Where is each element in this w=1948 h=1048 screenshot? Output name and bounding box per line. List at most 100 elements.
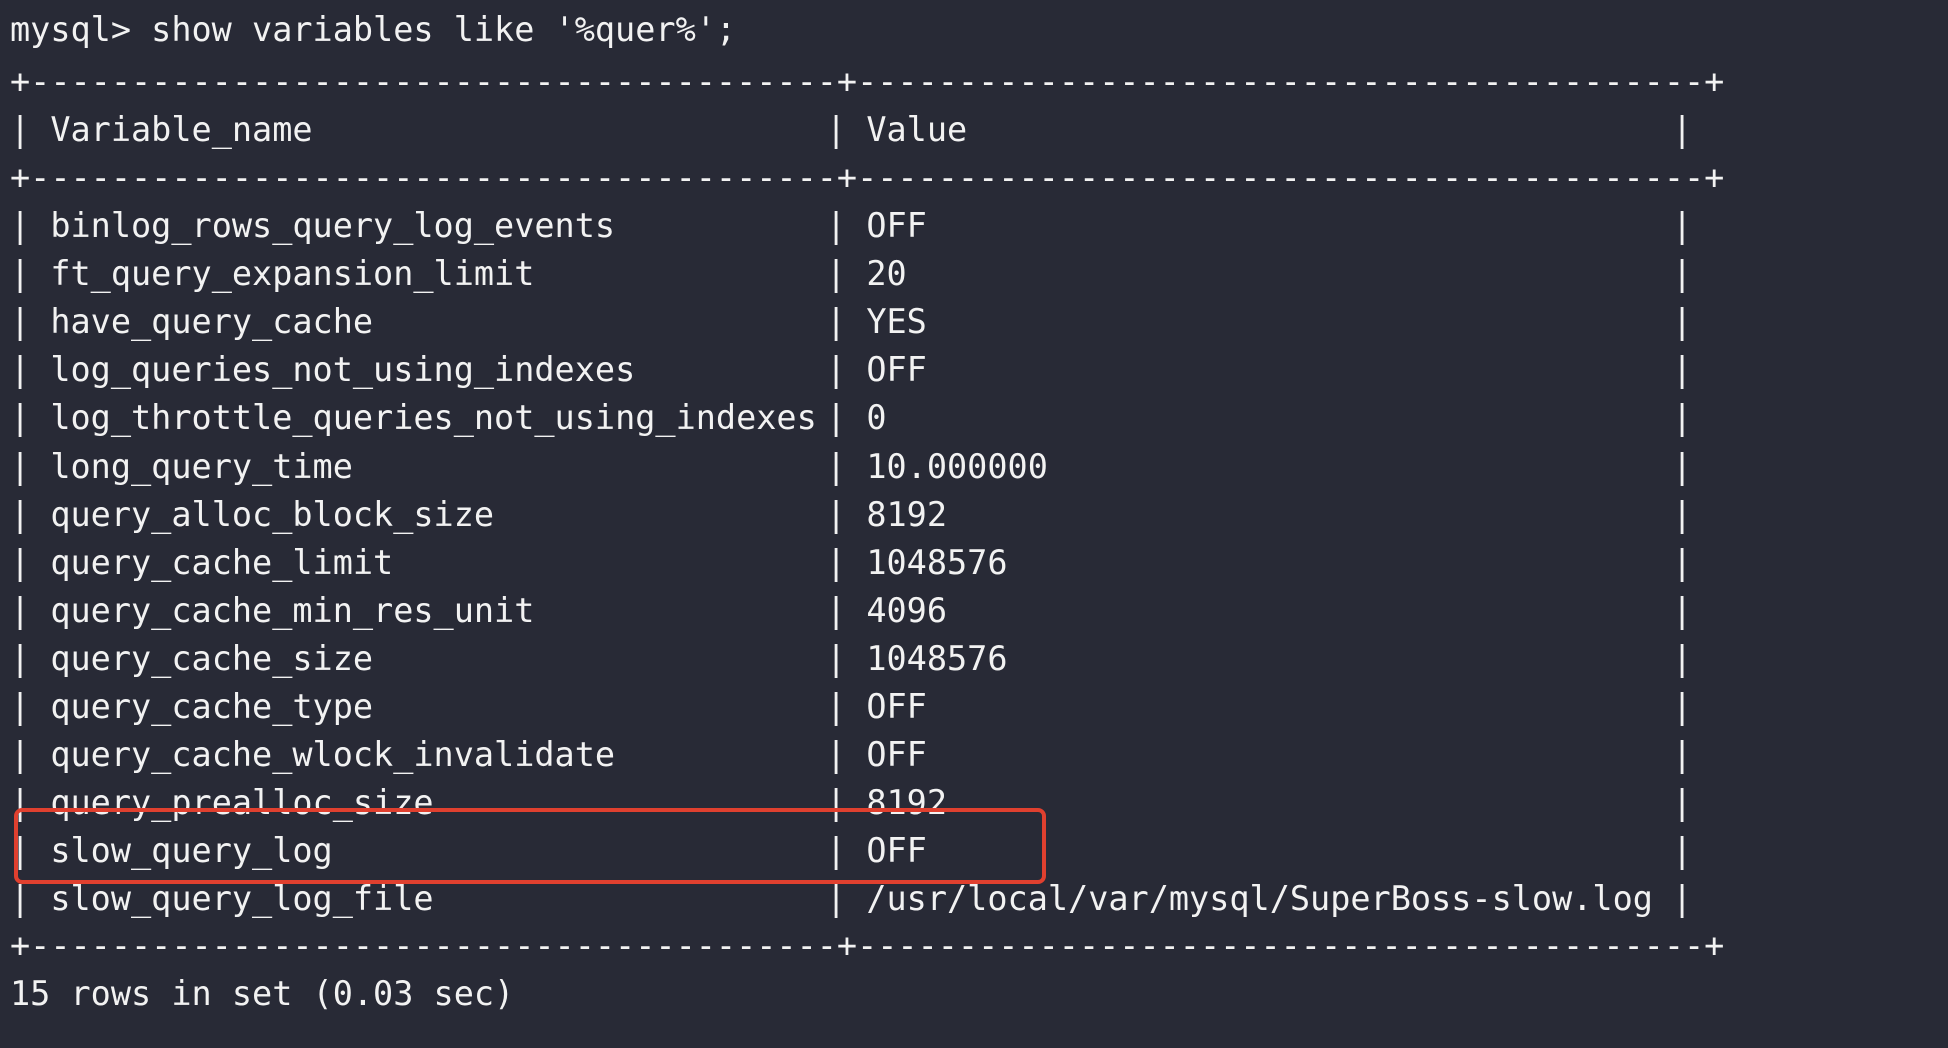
variable-name-cell: query_alloc_block_size xyxy=(50,495,495,534)
row-divider-left: | xyxy=(10,398,51,437)
variable-name-cell: long_query_time xyxy=(50,447,353,486)
table-row: | query_cache_limit xyxy=(10,539,393,587)
row-value-group: | 8192 xyxy=(826,779,947,827)
value-cell: OFF xyxy=(866,206,927,245)
value-cell: 8192 xyxy=(866,495,948,534)
table-row: | log_queries_not_using_indexes xyxy=(10,346,635,394)
value-cell: /usr/local/var/mysql/SuperBoss-slow.log xyxy=(866,879,1653,918)
value-cell: 1048576 xyxy=(866,543,1008,582)
row-divider-left: | xyxy=(10,831,51,870)
command-line: mysql> show variables like '%quer%'; xyxy=(10,10,737,49)
row-divider-right: | xyxy=(1672,254,1693,293)
row-value-group: | 1048576 xyxy=(826,539,1008,587)
row-divider-left: | xyxy=(10,254,51,293)
row-divider-right: | xyxy=(1672,447,1693,486)
row-divider-left: | xyxy=(10,350,51,389)
variable-name-cell: query_cache_limit xyxy=(50,543,394,582)
variable-name-cell: have_query_cache xyxy=(50,302,374,341)
row-value-group: | OFF xyxy=(826,731,927,779)
table-row: | ft_query_expansion_limit xyxy=(10,250,534,298)
table-row: | long_query_time xyxy=(10,443,353,491)
table-border-top: +---------------------------------------… xyxy=(10,62,1725,101)
row-divider-middle: | xyxy=(826,495,867,534)
variable-name-cell: log_queries_not_using_indexes xyxy=(50,350,636,389)
row-value-group: | 10.000000 xyxy=(826,443,1048,491)
row-divider-right: | xyxy=(1672,495,1693,534)
table-header: | Variable_name xyxy=(10,106,313,154)
variable-name-cell: slow_query_log_file xyxy=(50,879,434,918)
row-value-group: | OFF xyxy=(826,683,927,731)
value-cell: OFF xyxy=(866,831,927,870)
row-divider-left: | xyxy=(10,495,51,534)
row-divider-right: | xyxy=(1672,879,1693,918)
variable-name-cell: query_prealloc_size xyxy=(50,783,434,822)
variable-name-cell: query_cache_wlock_invalidate xyxy=(50,735,616,774)
table-row: | binlog_rows_query_log_events xyxy=(10,202,615,250)
row-divider-left: | xyxy=(10,206,51,245)
row-divider-middle: | xyxy=(826,543,867,582)
table-row: | query_cache_type xyxy=(10,683,373,731)
terminal-window[interactable]: ' mysql> show variables like '%quer%'; +… xyxy=(0,0,1948,1048)
row-divider-left: | xyxy=(10,783,51,822)
row-divider-middle: | xyxy=(826,879,867,918)
row-divider-right: | xyxy=(1672,302,1693,341)
row-divider-middle: | xyxy=(826,398,867,437)
value-cell: 1048576 xyxy=(866,639,1008,678)
row-value-group: | 20 xyxy=(826,250,907,298)
header-col-divider-right: | xyxy=(1672,110,1693,149)
row-divider-middle: | xyxy=(826,206,867,245)
variable-name-cell: slow_query_log xyxy=(50,831,333,870)
row-divider-left: | xyxy=(10,639,51,678)
row-divider-right: | xyxy=(1672,831,1693,870)
variable-name-cell: query_cache_size xyxy=(50,639,374,678)
row-divider-middle: | xyxy=(826,591,867,630)
row-value-group: | OFF xyxy=(826,346,927,394)
row-divider-right: | xyxy=(1672,735,1693,774)
row-divider-left: | xyxy=(10,591,51,630)
row-value-group: | 8192 xyxy=(826,491,947,539)
table-row: | query_prealloc_size xyxy=(10,779,434,827)
row-divider-left: | xyxy=(10,687,51,726)
value-cell: 0 xyxy=(866,398,887,437)
row-divider-right: | xyxy=(1672,639,1693,678)
row-divider-right: | xyxy=(1672,350,1693,389)
header-value: Value xyxy=(866,110,968,149)
row-divider-middle: | xyxy=(826,639,867,678)
row-divider-middle: | xyxy=(826,447,867,486)
table-row: | have_query_cache xyxy=(10,298,373,346)
value-cell: YES xyxy=(866,302,927,341)
row-divider-middle: | xyxy=(826,831,867,870)
row-value-group: | 0 xyxy=(826,394,887,442)
row-divider-middle: | xyxy=(826,783,867,822)
value-cell: 10.000000 xyxy=(866,447,1048,486)
row-divider-middle: | xyxy=(826,735,867,774)
variable-name-cell: ft_query_expansion_limit xyxy=(50,254,535,293)
header-col-divider-left: | xyxy=(10,110,51,149)
row-value-group: | 4096 xyxy=(826,587,947,635)
row-divider-right: | xyxy=(1672,543,1693,582)
value-cell: 4096 xyxy=(866,591,948,630)
value-cell: OFF xyxy=(866,687,927,726)
table-border-middle: +---------------------------------------… xyxy=(10,158,1725,197)
header-variable-name: Variable_name xyxy=(50,110,313,149)
variable-name-cell: query_cache_min_res_unit xyxy=(50,591,535,630)
row-value-group: | 1048576 xyxy=(826,635,1008,683)
row-divider-middle: | xyxy=(826,687,867,726)
table-row: | query_cache_size xyxy=(10,635,373,683)
row-value-group: | /usr/local/var/mysql/SuperBoss-slow.lo… xyxy=(826,875,1653,923)
table-border-bottom: +---------------------------------------… xyxy=(10,926,1725,965)
variable-name-cell: binlog_rows_query_log_events xyxy=(50,206,616,245)
row-divider-left: | xyxy=(10,447,51,486)
row-divider-left: | xyxy=(10,879,51,918)
row-divider-middle: | xyxy=(826,254,867,293)
row-divider-middle: | xyxy=(826,302,867,341)
row-value-group: | OFF xyxy=(826,827,927,875)
table-row: | slow_query_log xyxy=(10,827,333,875)
row-divider-left: | xyxy=(10,302,51,341)
row-divider-right: | xyxy=(1672,591,1693,630)
row-divider-right: | xyxy=(1672,783,1693,822)
variable-name-cell: log_throttle_queries_not_using_indexes xyxy=(50,398,817,437)
table-row: | log_throttle_queries_not_using_indexes xyxy=(10,394,817,442)
table-row: | query_alloc_block_size xyxy=(10,491,494,539)
table-row: | slow_query_log_file xyxy=(10,875,434,923)
